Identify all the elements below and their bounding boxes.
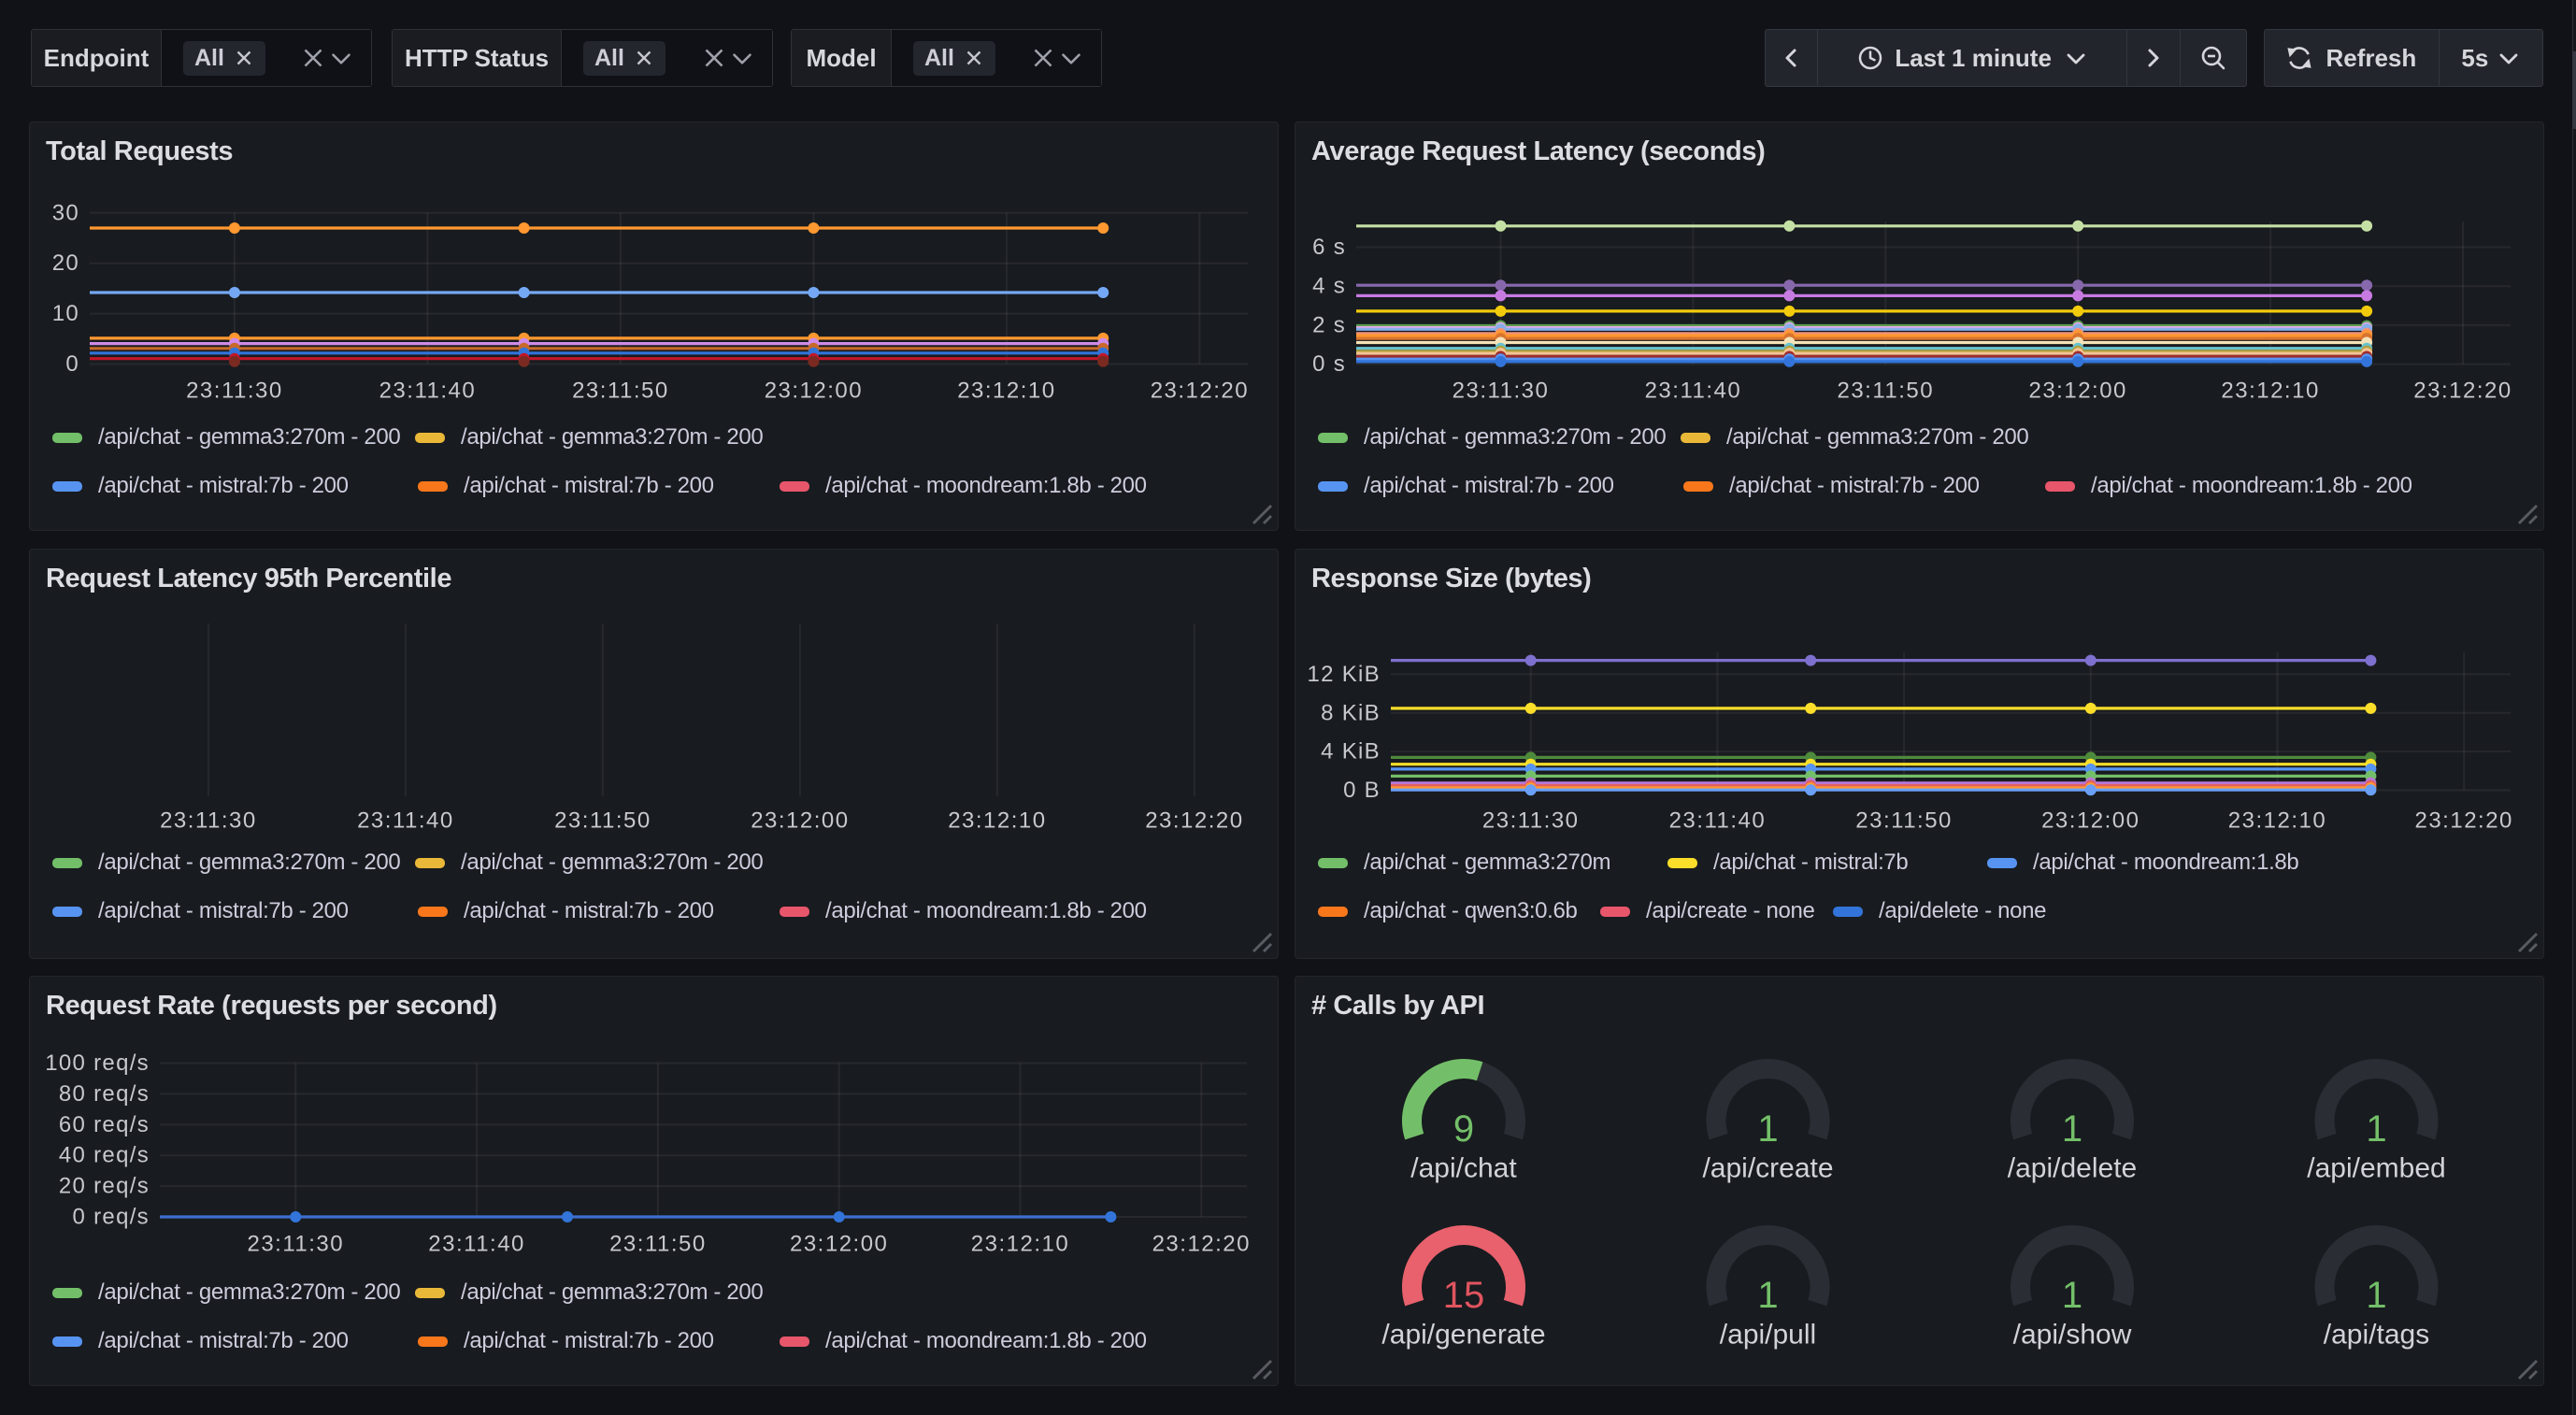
svg-text:60 req/s: 60 req/s <box>59 1112 150 1137</box>
svg-text:40 req/s: 40 req/s <box>59 1143 150 1168</box>
svg-text:10: 10 <box>52 301 79 326</box>
svg-text:30: 30 <box>52 200 79 225</box>
svg-text:23:12:00: 23:12:00 <box>765 379 863 404</box>
svg-text:23:11:50: 23:11:50 <box>1837 379 1934 404</box>
svg-text:15: 15 <box>1443 1275 1485 1316</box>
svg-text:/api/generate: /api/generate <box>1381 1320 1545 1351</box>
svg-text:23:11:30: 23:11:30 <box>247 1232 344 1257</box>
svg-text:1: 1 <box>1757 1275 1778 1316</box>
svg-text:8 KiB: 8 KiB <box>1321 700 1381 725</box>
svg-text:23:12:10: 23:12:10 <box>948 808 1046 834</box>
svg-text:/api/chat: /api/chat <box>1410 1153 1517 1184</box>
svg-text:2 s: 2 s <box>1312 312 1346 337</box>
svg-text:23:12:00: 23:12:00 <box>2028 379 2126 404</box>
svg-text:23:11:40: 23:11:40 <box>1669 808 1767 834</box>
svg-text:9: 9 <box>1453 1108 1474 1150</box>
svg-text:1: 1 <box>2062 1108 2082 1150</box>
svg-text:0: 0 <box>65 351 79 377</box>
svg-text:23:11:40: 23:11:40 <box>379 379 477 404</box>
svg-text:23:12:00: 23:12:00 <box>2041 808 2140 834</box>
svg-text:/api/delete: /api/delete <box>2008 1153 2137 1184</box>
svg-text:/api/show: /api/show <box>2013 1320 2132 1351</box>
svg-text:/api/embed: /api/embed <box>2307 1153 2445 1184</box>
svg-text:23:12:20: 23:12:20 <box>1151 379 1249 404</box>
svg-text:23:12:10: 23:12:10 <box>971 1232 1069 1257</box>
svg-text:100 req/s: 100 req/s <box>45 1051 150 1076</box>
svg-text:1: 1 <box>2366 1108 2386 1150</box>
svg-text:20 req/s: 20 req/s <box>59 1174 150 1199</box>
svg-text:1: 1 <box>2062 1275 2082 1316</box>
svg-text:12 KiB: 12 KiB <box>1307 662 1381 687</box>
svg-text:23:12:10: 23:12:10 <box>957 379 1055 404</box>
svg-text:23:11:30: 23:11:30 <box>1482 808 1580 834</box>
svg-text:23:12:10: 23:12:10 <box>2228 808 2326 834</box>
svg-text:23:11:30: 23:11:30 <box>186 379 283 404</box>
svg-text:6 s: 6 s <box>1312 235 1346 260</box>
svg-text:1: 1 <box>2366 1275 2386 1316</box>
svg-text:4 s: 4 s <box>1312 274 1346 299</box>
svg-text:23:11:40: 23:11:40 <box>357 808 454 834</box>
svg-text:80 req/s: 80 req/s <box>59 1081 150 1107</box>
svg-text:23:12:20: 23:12:20 <box>1145 808 1243 834</box>
svg-text:1: 1 <box>1757 1108 1778 1150</box>
svg-text:4 KiB: 4 KiB <box>1321 739 1381 765</box>
svg-text:23:12:20: 23:12:20 <box>2414 808 2512 834</box>
svg-text:/api/create: /api/create <box>1702 1153 1833 1184</box>
svg-text:23:11:50: 23:11:50 <box>554 808 651 834</box>
svg-text:23:12:10: 23:12:10 <box>2221 379 2319 404</box>
svg-text:/api/pull: /api/pull <box>1720 1320 1816 1351</box>
svg-text:0 B: 0 B <box>1343 778 1381 803</box>
svg-text:23:12:00: 23:12:00 <box>751 808 849 834</box>
svg-text:0 s: 0 s <box>1312 351 1346 377</box>
svg-text:20: 20 <box>52 250 79 276</box>
svg-text:/api/tags: /api/tags <box>2324 1320 2429 1351</box>
svg-text:23:11:30: 23:11:30 <box>160 808 257 834</box>
svg-text:23:11:30: 23:11:30 <box>1453 379 1550 404</box>
svg-text:23:11:50: 23:11:50 <box>609 1232 707 1257</box>
svg-text:23:11:50: 23:11:50 <box>572 379 669 404</box>
svg-text:23:11:40: 23:11:40 <box>428 1232 525 1257</box>
svg-text:23:12:20: 23:12:20 <box>1152 1232 1251 1257</box>
svg-text:23:11:40: 23:11:40 <box>1645 379 1742 404</box>
svg-text:23:12:20: 23:12:20 <box>2413 379 2512 404</box>
svg-text:0 req/s: 0 req/s <box>73 1205 150 1230</box>
svg-text:23:12:00: 23:12:00 <box>790 1232 888 1257</box>
svg-text:23:11:50: 23:11:50 <box>1855 808 1953 834</box>
